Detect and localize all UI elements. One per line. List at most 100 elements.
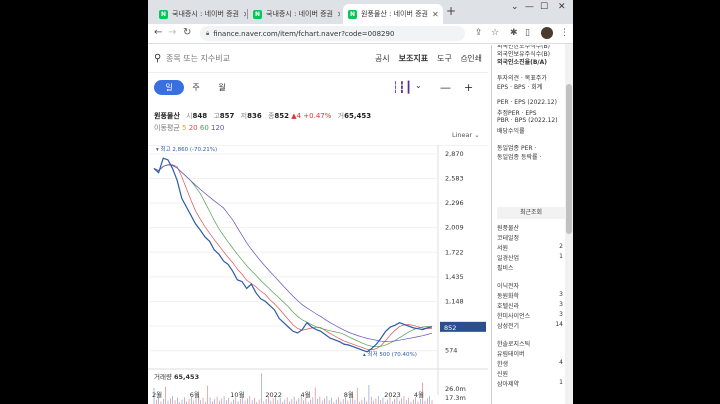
zoom-in-button[interactable]: + — [464, 81, 473, 94]
chart-svg: 2,8702,5832,2962,0091,7221,4351,14886157… — [148, 144, 488, 404]
volume-tick-label: 26.0m — [445, 385, 466, 393]
tab-weekly[interactable]: 주 — [186, 80, 206, 95]
share-icon[interactable]: ⇪ — [475, 28, 483, 38]
candlestick-type-icon[interactable]: ┆┇┃ — [392, 81, 412, 94]
recent-stock-item[interactable]: 한미사이언스 — [497, 311, 530, 320]
per-info-item[interactable]: PBR · BPS (2022.12) — [497, 117, 558, 124]
x-tick-label: 8월 — [344, 390, 354, 399]
back-icon[interactable]: ← — [154, 27, 162, 38]
moving-average-line — [153, 164, 433, 342]
close-icon[interactable]: ✕ — [239, 10, 246, 19]
indicator-link[interactable]: 보조지표 — [399, 53, 428, 64]
stock-name: 원풍물산 — [154, 112, 180, 120]
close-window-icon[interactable]: ✕ — [558, 2, 566, 12]
industry-info-item[interactable]: 동일업종 등락률 · — [497, 152, 541, 161]
price-chart[interactable]: 2,8702,5832,2962,0091,7221,4351,14886157… — [148, 144, 488, 404]
tab-title: 국내증시 : 네이버 증권 — [266, 10, 333, 18]
recent-stock-count: 3 — [559, 301, 563, 308]
ma-120: 120 — [211, 124, 225, 132]
close-value: 852 — [274, 112, 290, 120]
browser-tab-1[interactable]: N 국내증시 : 네이버 증권 ✕ — [154, 4, 246, 24]
y-tick-label: 574 — [445, 347, 457, 355]
search-icon[interactable]: ⚲ — [154, 53, 161, 64]
new-tab-button[interactable]: + — [446, 4, 456, 18]
industry-info-item[interactable]: 동일업종 PER · — [497, 143, 536, 152]
y-tick-label: 2,296 — [445, 199, 464, 207]
open-value: 848 — [192, 112, 208, 120]
print-label: 인쇄 — [467, 54, 482, 63]
close-icon[interactable]: ✕ — [333, 10, 340, 19]
recent-stock-count: 1 — [559, 379, 563, 386]
scrollbar-thumb[interactable] — [566, 84, 572, 234]
tab-title: 원풍물산 : 네이버 증권 — [361, 10, 428, 18]
browser-tab-3[interactable]: N 원풍물산 : 네이버 증권 ✕ — [343, 4, 443, 24]
scale-selector[interactable]: Linear ⌄ — [452, 131, 480, 139]
recent-stock-item[interactable]: 한솔로지스틱 — [497, 339, 530, 348]
recent-stock-item[interactable]: 코테일정 — [497, 233, 519, 242]
browser-tab-2[interactable]: N 국내증시 : 네이버 증권 ✕ — [248, 4, 340, 24]
search-input[interactable] — [166, 51, 336, 66]
url-field[interactable]: 🔒︎ finance.naver.com/item/fchart.naver?c… — [200, 26, 465, 41]
scale-label: Linear — [452, 131, 473, 139]
recent-stock-item[interactable]: 필비스 — [497, 263, 514, 272]
maximize-icon[interactable]: ☐ — [540, 2, 548, 12]
menu-dots-icon[interactable]: ⋮ — [560, 28, 569, 38]
invest-info-item[interactable]: 투자의견 · 목표주가 — [497, 73, 547, 82]
forward-icon[interactable]: → — [168, 27, 176, 38]
recent-stock-item[interactable]: 일경산업 — [497, 253, 519, 262]
extensions-icon[interactable]: ✱ — [510, 28, 518, 38]
x-tick-label: 4월 — [414, 390, 424, 399]
print-link[interactable]: ⎙인쇄 — [461, 53, 482, 64]
naver-favicon-icon: N — [348, 9, 357, 19]
invest-info-item[interactable]: EPS · BPS · 회계 — [497, 82, 542, 91]
tab-daily[interactable]: 일 — [154, 80, 184, 95]
chevron-down-icon[interactable]: ⌄ — [511, 2, 519, 12]
recent-stock-item[interactable]: 호텔신라 — [497, 301, 519, 310]
profile-avatar[interactable] — [541, 27, 553, 39]
price-summary: 원풍물산 시848 고857 저836 종852 ▲4 +0.47% 거65,4… — [154, 111, 371, 121]
y-tick-label: 1,722 — [445, 248, 464, 256]
recent-stock-item[interactable]: 유림테이버 — [497, 349, 525, 358]
ma-60: 60 — [199, 124, 209, 132]
disclosure-link[interactable]: 공시 — [375, 53, 390, 64]
recent-stock-item[interactable]: 한생 — [497, 359, 508, 368]
chevron-down-icon[interactable]: ⌄ — [415, 81, 422, 90]
sidebar-panel-icon[interactable]: ▯ — [525, 28, 530, 38]
scrollbar[interactable] — [565, 44, 573, 404]
volume-value: 65,453 — [344, 112, 372, 120]
minimize-icon[interactable]: — — [525, 2, 534, 12]
recent-stock-item[interactable]: 동원화학 — [497, 291, 519, 300]
browser-window: N 국내증시 : 네이버 증권 ✕ N 국내증시 : 네이버 증권 ✕ N 원풍… — [148, 0, 573, 404]
x-tick-label: 6월 — [190, 390, 200, 399]
reload-icon[interactable]: ↻ — [183, 27, 191, 38]
per-info-item[interactable]: PER · EPS (2022.12) — [497, 99, 557, 106]
search-bar: ⚲ 공시 보조지표 도구 ⎙인쇄 — [148, 45, 488, 73]
x-tick-label: 4월 — [301, 390, 311, 399]
moving-average-line — [153, 164, 433, 348]
period-bar: 일 주 월 ┆┇┃ ⌄ — + — [148, 75, 488, 101]
close-icon[interactable]: ✕ — [428, 10, 439, 19]
recent-stock-item[interactable]: 신원 — [497, 369, 508, 378]
recent-stock-item[interactable]: 삼성전기 — [497, 321, 519, 330]
tools-link[interactable]: 도구 — [437, 53, 452, 64]
high-annotation: ▾ 최고 2,860 (-70.21%) — [156, 145, 217, 153]
ma-20: 20 — [188, 124, 198, 132]
per-info-item[interactable]: 추정PER · EPS — [497, 108, 537, 117]
zoom-out-button[interactable]: — — [440, 81, 451, 94]
recent-stock-item[interactable]: 삼아제약 — [497, 379, 519, 388]
moving-average-legend[interactable]: 이동평균 5 20 60 120 — [154, 123, 224, 133]
bookmark-star-icon[interactable]: ☆ — [491, 28, 499, 38]
per-info-item[interactable]: 배당수익률 — [497, 126, 525, 135]
recent-stock-item[interactable]: 서원 — [497, 243, 508, 252]
info-sidebar: 외국인한도주식수(B) 외국인보유주식수(B) 외국인소진율(B/A) 투자의견 · … — [491, 45, 573, 404]
recent-stock-count: 1 — [559, 253, 563, 260]
naver-favicon-icon: N — [159, 9, 168, 19]
foreign-info-item: 외국인소진율(B/A) — [497, 59, 548, 66]
recent-stock-item[interactable]: 원풍물산 — [497, 223, 519, 232]
y-tick-label: 2,870 — [445, 150, 464, 158]
tab-monthly[interactable]: 월 — [212, 80, 232, 95]
recent-stock-item[interactable]: 이닉전자 — [497, 281, 519, 290]
lock-icon: 🔒︎ — [206, 29, 210, 37]
x-tick-label: 10월 — [230, 390, 244, 399]
x-tick-label: 2월 — [152, 390, 162, 399]
